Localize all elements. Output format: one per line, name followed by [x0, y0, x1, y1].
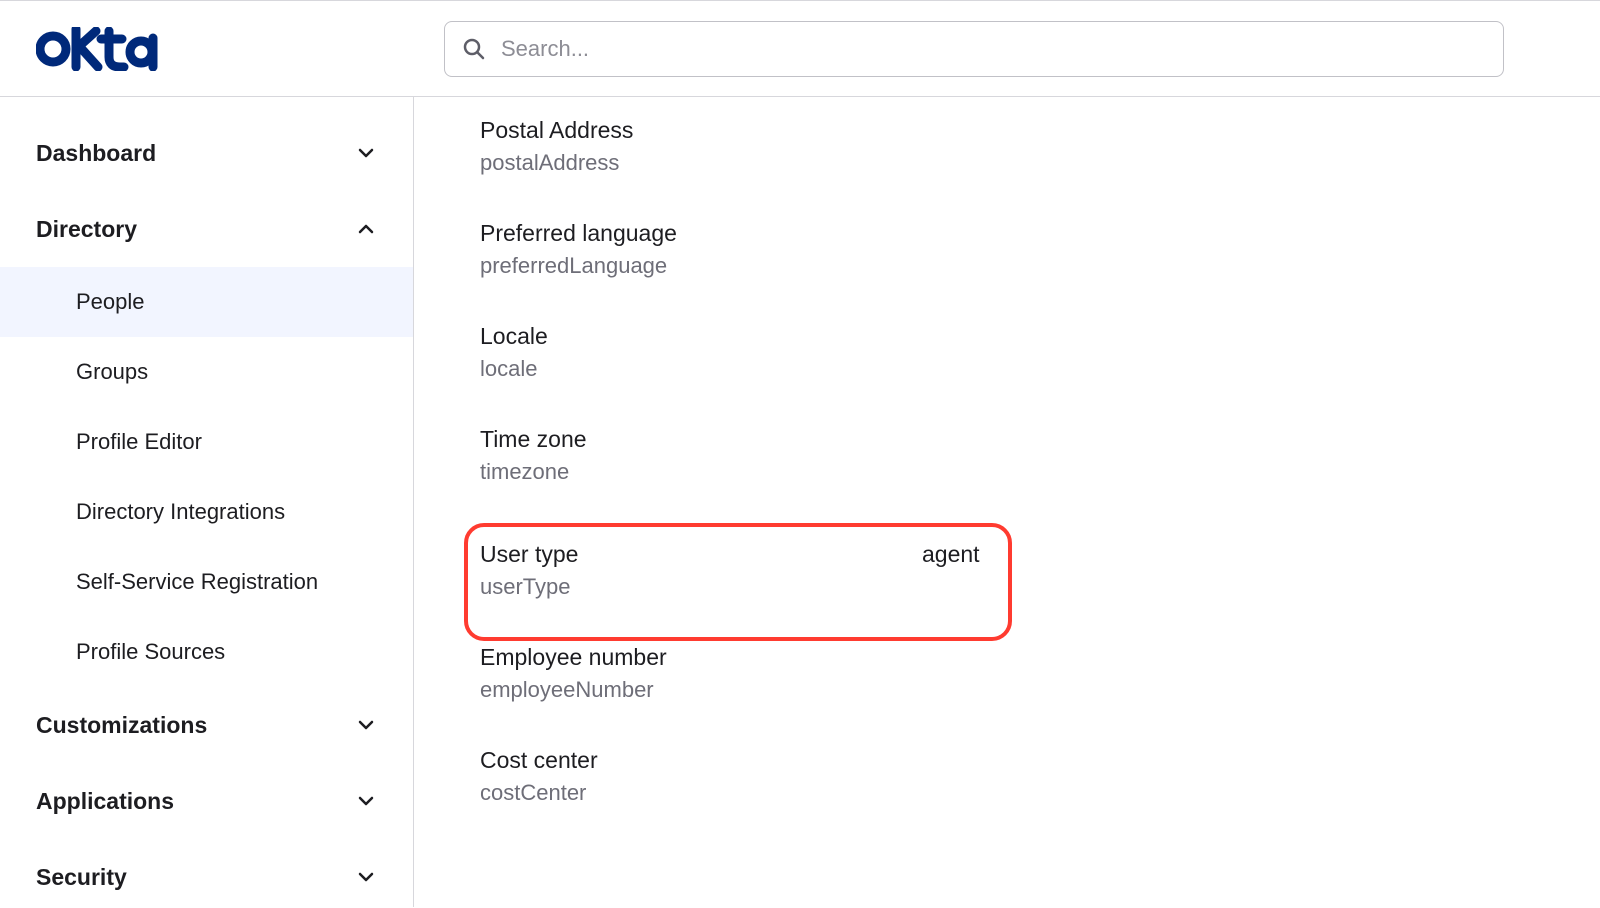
attr-time-zone: Time zone timezone: [480, 426, 1600, 485]
chevron-down-icon: [355, 866, 377, 888]
okta-logo: [36, 27, 164, 71]
attr-label: Locale: [480, 323, 1600, 350]
main-panel: Postal Address postalAddress Preferred l…: [413, 97, 1600, 907]
attr-preferred-language: Preferred language preferredLanguage: [480, 220, 1600, 279]
sidebar-item-dashboard[interactable]: Dashboard: [0, 115, 413, 191]
sidebar-item-self-service-registration[interactable]: Self-Service Registration: [0, 547, 413, 617]
attr-label: Employee number: [480, 644, 1600, 671]
attr-value: agent: [922, 541, 980, 568]
attr-key: locale: [480, 356, 1600, 382]
attribute-list: Postal Address postalAddress Preferred l…: [414, 117, 1600, 907]
sidebar-item-label: Profile Sources: [76, 639, 225, 665]
search-input[interactable]: [444, 21, 1504, 77]
attr-label: Postal Address: [480, 117, 1600, 144]
attr-locale: Locale locale: [480, 323, 1600, 382]
attr-key: costCenter: [480, 780, 1600, 806]
sidebar-item-label: Applications: [36, 788, 174, 815]
sidebar-item-people[interactable]: People: [0, 267, 413, 337]
attr-key: postalAddress: [480, 150, 1600, 176]
sidebar-item-label: Groups: [76, 359, 148, 385]
search-icon: [462, 37, 486, 61]
search-container: [444, 21, 1504, 77]
attr-label: User type: [480, 541, 1600, 568]
chevron-down-icon: [355, 714, 377, 736]
chevron-down-icon: [355, 142, 377, 164]
chevron-down-icon: [355, 790, 377, 812]
sidebar-item-label: Self-Service Registration: [76, 569, 318, 595]
sidebar-item-directory-integrations[interactable]: Directory Integrations: [0, 477, 413, 547]
attr-key: timezone: [480, 459, 1600, 485]
sidebar-item-profile-editor[interactable]: Profile Editor: [0, 407, 413, 477]
sidebar-item-label: Customizations: [36, 712, 207, 739]
attr-key: userType: [480, 574, 1600, 600]
attr-key: preferredLanguage: [480, 253, 1600, 279]
sidebar: Dashboard Directory People Groups Profil…: [0, 97, 414, 907]
attr-label: Time zone: [480, 426, 1600, 453]
attr-key: employeeNumber: [480, 677, 1600, 703]
app-header: [0, 1, 1600, 97]
attr-cost-center: Cost center costCenter: [480, 747, 1600, 806]
sidebar-item-customizations[interactable]: Customizations: [0, 687, 413, 763]
sidebar-item-directory[interactable]: Directory: [0, 191, 413, 267]
sidebar-item-label: Dashboard: [36, 140, 156, 167]
attr-user-type: User type userType agent: [480, 529, 1600, 612]
attr-employee-number: Employee number employeeNumber: [480, 644, 1600, 703]
sidebar-item-label: Security: [36, 864, 127, 891]
search-field[interactable]: [444, 21, 1504, 77]
sidebar-item-label: Directory Integrations: [76, 499, 285, 525]
sidebar-item-security[interactable]: Security: [0, 839, 413, 907]
sidebar-item-groups[interactable]: Groups: [0, 337, 413, 407]
sidebar-item-label: People: [76, 289, 145, 315]
attr-label: Preferred language: [480, 220, 1600, 247]
sidebar-item-label: Profile Editor: [76, 429, 202, 455]
sidebar-item-label: Directory: [36, 216, 137, 243]
attr-label: Cost center: [480, 747, 1600, 774]
sidebar-item-profile-sources[interactable]: Profile Sources: [0, 617, 413, 687]
chevron-up-icon: [355, 218, 377, 240]
attr-postal-address: Postal Address postalAddress: [480, 117, 1600, 176]
app-body: Dashboard Directory People Groups Profil…: [0, 97, 1600, 907]
sidebar-item-applications[interactable]: Applications: [0, 763, 413, 839]
